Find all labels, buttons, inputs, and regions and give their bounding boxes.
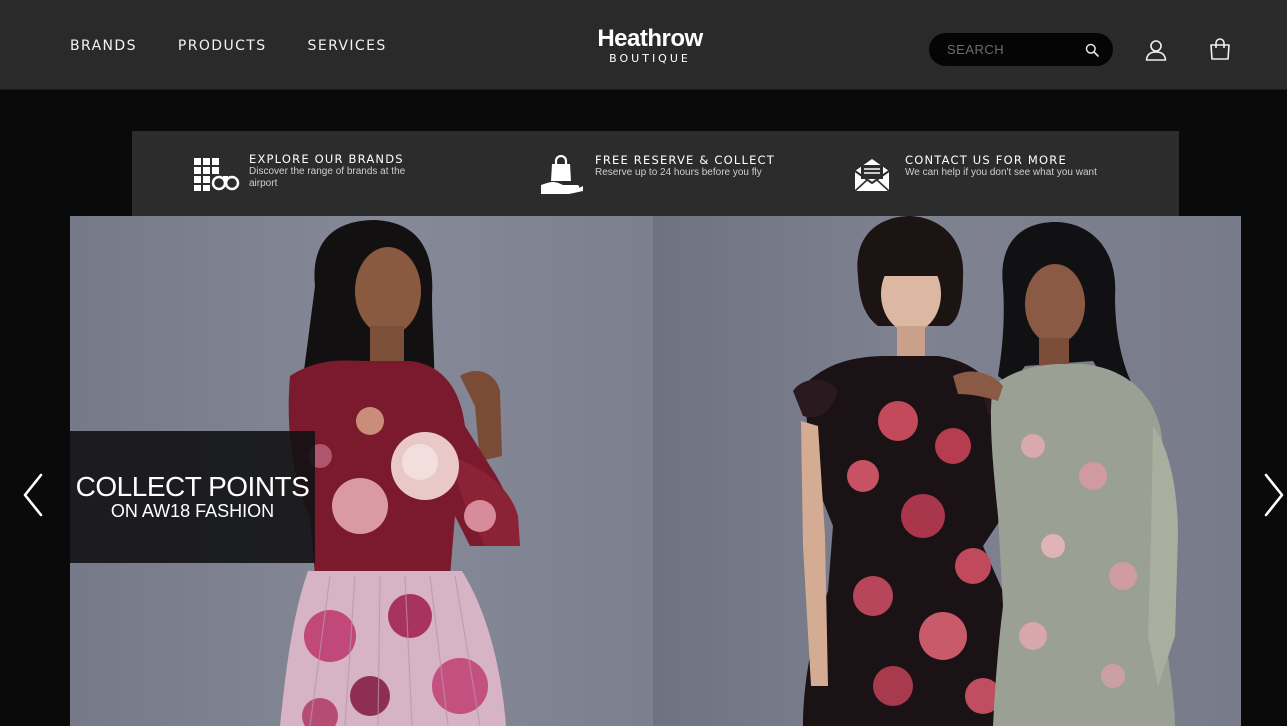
promo-banner[interactable]: COLLECT POINTS ON AW18 FASHION — [70, 431, 315, 563]
info-explore-brands[interactable]: EXPLORE OUR BRANDS Discover the range of… — [191, 152, 405, 196]
logo-subtitle: BOUTIQUE — [609, 52, 691, 65]
info-contact-title: CONTACT US FOR MORE — [905, 153, 1067, 167]
nav-services[interactable]: SERVICES — [308, 38, 387, 54]
promo-subtitle: ON AW18 FASHION — [110, 501, 275, 521]
bag-in-hand-icon — [537, 153, 587, 197]
info-bar: EXPLORE OUR BRANDS Discover the range of… — [132, 131, 1179, 216]
site-header: BRANDS PRODUCTS SERVICES Heathrow BOUTIQ… — [0, 0, 1287, 90]
search-box — [929, 33, 1113, 66]
search-icon[interactable] — [1083, 41, 1101, 59]
info-explore-desc: Discover the range of brands at the — [249, 166, 406, 177]
model-figures-right — [793, 216, 1178, 726]
info-explore-title: EXPLORE OUR BRANDS — [249, 152, 404, 166]
search-input[interactable] — [945, 41, 1083, 58]
info-reserve-collect[interactable]: FREE RESERVE & COLLECT Reserve up to 24 … — [537, 153, 775, 197]
info-explore-desc-2: airport — [249, 178, 278, 189]
info-contact-desc: We can help if you don't see what you wa… — [905, 167, 1097, 178]
nav-brands[interactable]: BRANDS — [70, 38, 137, 54]
logo[interactable]: Heathrow BOUTIQUE — [585, 26, 715, 66]
hero-image-right[interactable] — [653, 216, 1241, 726]
info-reserve-title: FREE RESERVE & COLLECT — [595, 153, 776, 167]
promo-title: COLLECT POINTS — [75, 471, 310, 502]
brands-binoculars-icon — [191, 152, 241, 196]
logo-wordmark: Heathrow — [597, 25, 703, 52]
nav-products[interactable]: PRODUCTS — [178, 38, 267, 54]
info-contact[interactable]: CONTACT US FOR MORE We can help if you d… — [847, 153, 1097, 197]
chevron-right-icon[interactable] — [1262, 470, 1287, 520]
shopping-bag-icon[interactable] — [1207, 36, 1233, 62]
chevron-left-icon[interactable] — [18, 470, 48, 520]
main-nav: BRANDS PRODUCTS SERVICES — [70, 38, 387, 54]
user-icon[interactable] — [1143, 37, 1169, 63]
envelope-icon — [847, 153, 897, 197]
info-reserve-desc: Reserve up to 24 hours before you fly — [595, 167, 762, 178]
